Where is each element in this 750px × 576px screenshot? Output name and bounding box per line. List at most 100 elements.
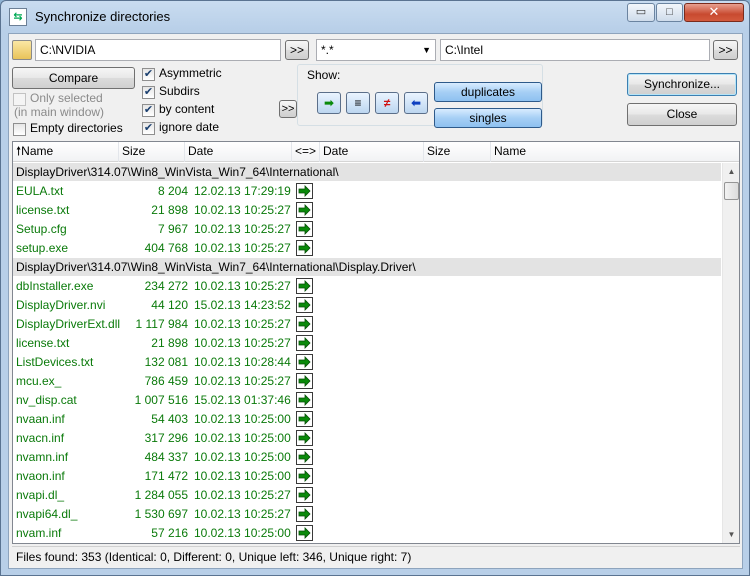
subdirs-label: Subdirs [159, 84, 200, 98]
table-row[interactable]: mcu.ex_ 786 459 10.02.13 10:25:27 [13, 372, 721, 391]
copy-right-arrow-icon[interactable] [296, 297, 313, 313]
table-row[interactable]: ListDevices.txt 132 081 10.02.13 10:28:44 [13, 353, 721, 372]
copy-right-arrow-icon[interactable] [296, 278, 313, 294]
copy-right-arrow-icon[interactable] [296, 221, 313, 237]
copy-right-arrow-icon[interactable] [296, 525, 313, 541]
table-row[interactable]: nvapi64.dl_ 1 530 697 10.02.13 10:25:27 [13, 505, 721, 524]
file-mask-select[interactable]: *.* ▼ [316, 39, 436, 61]
copy-right-arrow-icon[interactable] [296, 373, 313, 389]
by-content-checkbox[interactable]: ✔ [142, 104, 155, 117]
equal-filter-button[interactable]: ≡ [346, 92, 370, 114]
show-label: Show: [305, 68, 343, 82]
directory-row[interactable]: DisplayDriver\314.07\Win8_WinVista_Win7_… [13, 258, 721, 277]
file-list[interactable]: 🠕Name Size Date <=> Date Size Name Displ… [12, 141, 740, 544]
file-date: 10.02.13 10:28:44 [194, 355, 291, 369]
dialog-body: C:\NVIDIA >> *.* ▼ C:\Intel >> Compare O… [8, 33, 743, 569]
maximize-button[interactable]: □ [656, 3, 683, 22]
file-date: 10.02.13 10:25:00 [194, 526, 291, 540]
table-row[interactable]: nvacn.inf 317 296 10.02.13 10:25:00 [13, 429, 721, 448]
folder-icon[interactable] [12, 40, 32, 60]
table-row[interactable]: nvapi.dl_ 1 284 055 10.02.13 10:25:27 [13, 486, 721, 505]
synchronize-button[interactable]: Synchronize... [627, 73, 737, 96]
file-date: 10.02.13 10:25:27 [194, 507, 291, 521]
file-size: 57 216 [151, 526, 188, 540]
asymmetric-checkbox[interactable]: ✔ [142, 68, 155, 81]
scroll-down-icon[interactable]: ▼ [724, 526, 739, 543]
minimize-button[interactable]: ▭ [627, 3, 655, 22]
scroll-up-icon[interactable]: ▲ [724, 163, 739, 180]
copy-right-arrow-icon[interactable] [296, 449, 313, 465]
copy-right-arrow-icon[interactable] [296, 240, 313, 256]
copy-right-arrow-icon[interactable] [296, 506, 313, 522]
copy-right-arrow-icon[interactable] [296, 316, 313, 332]
file-rows: DisplayDriver\314.07\Win8_WinVista_Win7_… [13, 163, 721, 543]
table-row[interactable]: Setup.cfg 7 967 10.02.13 10:25:27 [13, 220, 721, 239]
table-row[interactable]: nv_disp.cat 1 007 516 15.02.13 01:37:46 [13, 391, 721, 410]
browse-right-button[interactable]: >> [713, 40, 738, 60]
table-row[interactable]: license.txt 21 898 10.02.13 10:25:27 [13, 201, 721, 220]
file-size: 1 284 055 [134, 488, 188, 502]
close-button[interactable]: Close [627, 103, 737, 126]
directory-path: DisplayDriver\314.07\Win8_WinVista_Win7_… [16, 165, 339, 179]
only-selected-sublabel: (in main window) [14, 105, 105, 119]
window-title: Synchronize directories [35, 9, 171, 24]
more-options-button[interactable]: >> [279, 100, 297, 118]
file-name: ListDevices.txt [16, 355, 94, 369]
vertical-scrollbar[interactable]: ▲ ▼ [722, 163, 739, 543]
chevron-down-icon: ▼ [422, 45, 431, 55]
copy-right-arrow-icon[interactable] [296, 354, 313, 370]
right-path-input[interactable]: C:\Intel [440, 39, 710, 61]
table-row[interactable]: dbInstaller.exe 234 272 10.02.13 10:25:27 [13, 277, 721, 296]
empty-directories-checkbox[interactable] [13, 123, 26, 136]
table-row[interactable]: DisplayDriver.nvi 44 120 15.02.13 14:23:52 [13, 296, 721, 315]
file-date: 10.02.13 10:25:27 [194, 488, 291, 502]
copy-right-arrow-icon[interactable] [296, 202, 313, 218]
file-date: 10.02.13 10:25:00 [194, 431, 291, 445]
title-bar[interactable]: ⇆ Synchronize directories ▭ □ ✕ [1, 1, 749, 33]
file-name: nvamn.inf [16, 450, 69, 464]
right-to-left-filter-button[interactable]: ⬅ [404, 92, 428, 114]
file-date: 10.02.13 10:25:27 [194, 203, 291, 217]
file-size: 1 007 516 [134, 393, 188, 407]
scroll-thumb[interactable] [724, 182, 739, 200]
copy-right-arrow-icon[interactable] [296, 487, 313, 503]
table-row[interactable]: EULA.txt 8 204 12.02.13 17:29:19 [13, 182, 721, 201]
file-size: 234 272 [144, 279, 188, 293]
table-row[interactable]: nvaan.inf 54 403 10.02.13 10:25:00 [13, 410, 721, 429]
file-name: dbInstaller.exe [16, 279, 94, 293]
table-row[interactable]: nvam.inf 57 216 10.02.13 10:25:00 [13, 524, 721, 543]
column-size[interactable]: Size [119, 142, 185, 162]
unequal-filter-button[interactable]: ≠ [375, 92, 399, 114]
file-name: nvaan.inf [16, 412, 65, 426]
table-row[interactable]: nvamn.inf 484 337 10.02.13 10:25:00 [13, 448, 721, 467]
left-to-right-filter-button[interactable]: ➡ [317, 92, 341, 114]
column-size-right[interactable]: Size [424, 142, 491, 162]
column-date-right[interactable]: Date [320, 142, 424, 162]
subdirs-checkbox[interactable]: ✔ [142, 86, 155, 99]
directory-row[interactable]: DisplayDriver\314.07\Win8_WinVista_Win7_… [13, 163, 721, 182]
table-row[interactable]: license.txt 21 898 10.02.13 10:25:27 [13, 334, 721, 353]
copy-right-arrow-icon[interactable] [296, 430, 313, 446]
column-name-right[interactable]: Name [491, 142, 739, 162]
duplicates-button[interactable]: duplicates [434, 82, 542, 102]
copy-right-arrow-icon[interactable] [296, 468, 313, 484]
file-size: 317 296 [144, 431, 188, 445]
table-row[interactable]: nvaon.inf 171 472 10.02.13 10:25:00 [13, 467, 721, 486]
column-name[interactable]: 🠕Name [13, 142, 119, 162]
table-row[interactable]: setup.exe 404 768 10.02.13 10:25:27 [13, 239, 721, 258]
left-path-input[interactable]: C:\NVIDIA [35, 39, 281, 61]
compare-button[interactable]: Compare [12, 67, 135, 89]
column-compare[interactable]: <=> [292, 142, 320, 162]
file-size: 54 403 [151, 412, 188, 426]
ignore-date-checkbox[interactable]: ✔ [142, 122, 155, 135]
singles-button[interactable]: singles [434, 108, 542, 128]
column-date[interactable]: Date [185, 142, 292, 162]
copy-right-arrow-icon[interactable] [296, 411, 313, 427]
table-row[interactable]: DisplayDriverExt.dll 1 117 984 10.02.13 10… [13, 315, 721, 334]
copy-right-arrow-icon[interactable] [296, 335, 313, 351]
browse-left-button[interactable]: >> [285, 40, 309, 60]
close-window-button[interactable]: ✕ [684, 3, 744, 22]
file-date: 10.02.13 10:25:00 [194, 450, 291, 464]
copy-right-arrow-icon[interactable] [296, 183, 313, 199]
copy-right-arrow-icon[interactable] [296, 392, 313, 408]
